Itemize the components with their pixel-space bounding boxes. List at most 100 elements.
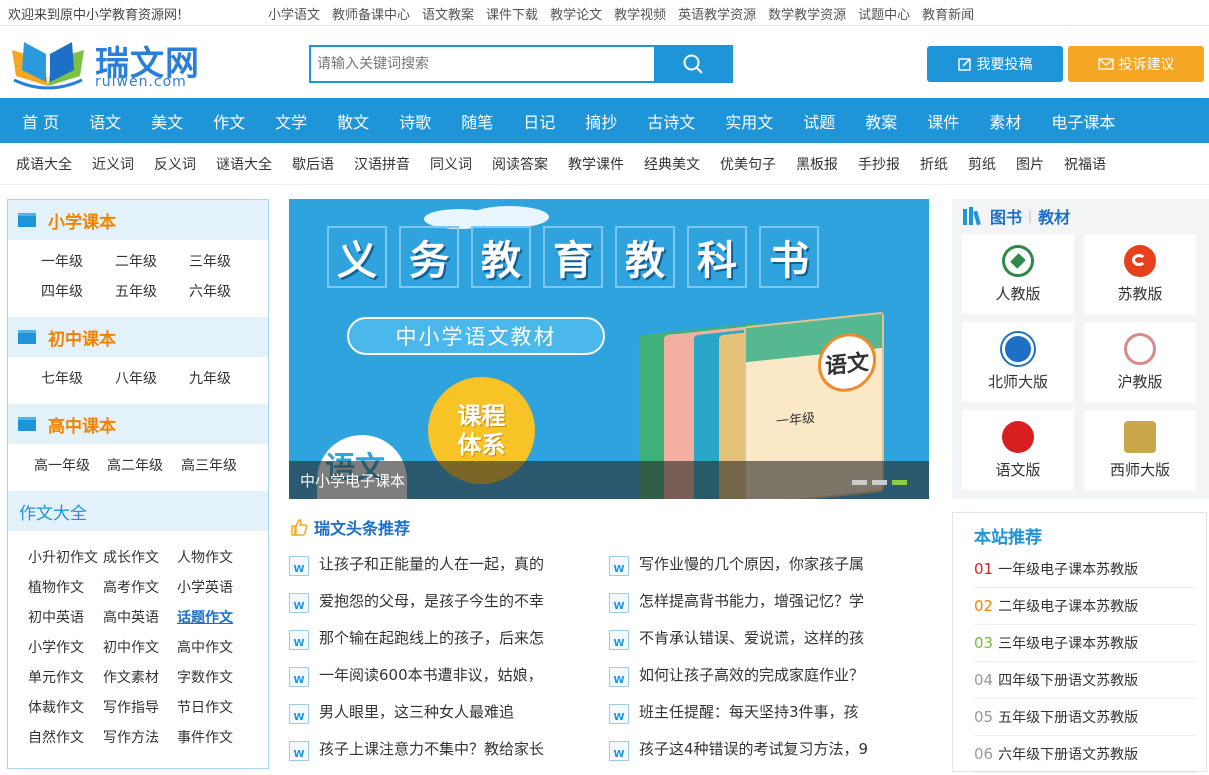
section-header-primary[interactable]: 小学课本 [8, 200, 268, 240]
rank-title[interactable]: 五年级下册语文苏教版 [998, 707, 1138, 727]
feedback-button[interactable]: 投诉建议 [1068, 46, 1204, 82]
rank-title[interactable]: 四年级下册语文苏教版 [998, 670, 1138, 690]
essay-link[interactable]: 写作方法 [103, 727, 177, 747]
grade-link[interactable]: 三年级 [189, 251, 263, 271]
rank-title[interactable]: 二年级电子课本苏教版 [998, 596, 1138, 616]
edition-card[interactable]: 北师大版 [962, 322, 1074, 402]
essay-link[interactable]: 字数作文 [177, 667, 251, 687]
news-item[interactable]: W 如何让孩子高效的完成家庭作业？ [609, 664, 909, 701]
carousel-dot[interactable] [872, 480, 887, 485]
nav-item[interactable]: 古诗文 [647, 109, 695, 133]
subnav-item[interactable]: 汉语拼音 [354, 154, 410, 174]
news-title[interactable]: 班主任提醒：每天坚持3件事，孩 [639, 701, 859, 722]
essay-link[interactable]: 写作指导 [103, 697, 177, 717]
subnav-item[interactable]: 成语大全 [16, 154, 72, 174]
nav-item[interactable]: 实用文 [725, 109, 773, 133]
nav-item[interactable]: 语文 [89, 109, 121, 133]
carousel-banner[interactable]: 义 务 教 育 教 科 书 中小学语文教材 课程 体系 语文 语文 一年级 中小… [289, 199, 929, 499]
section-header-essays[interactable]: 作文大全 [8, 491, 268, 531]
nav-item[interactable]: 文学 [275, 109, 307, 133]
subnav-item[interactable]: 黑板报 [796, 154, 838, 174]
subnav-item[interactable]: 近义词 [92, 154, 134, 174]
grade-link[interactable]: 二年级 [115, 251, 189, 271]
nav-item[interactable]: 教案 [865, 109, 897, 133]
rank-item[interactable]: 03 三年级电子课本苏教版 [974, 625, 1196, 662]
news-title[interactable]: 男人眼里，这三种女人最难追 [319, 701, 514, 722]
grade-link[interactable]: 六年级 [189, 281, 263, 301]
grade-link[interactable]: 七年级 [41, 368, 115, 388]
section-header-high[interactable]: 高中课本 [8, 404, 268, 444]
news-item[interactable]: W 写作业慢的几个原因，你家孩子属 [609, 553, 909, 590]
subnav-item[interactable]: 歇后语 [292, 154, 334, 174]
essay-link[interactable]: 自然作文 [28, 727, 103, 747]
news-title[interactable]: 那个输在起跑线上的孩子，后来怎 [319, 627, 544, 648]
tab-textbooks[interactable]: 教材 [1038, 204, 1070, 228]
news-title[interactable]: 如何让孩子高效的完成家庭作业？ [639, 664, 864, 685]
edition-card[interactable]: 人教版 [962, 234, 1074, 314]
edition-card[interactable]: 苏教版 [1084, 234, 1196, 314]
grade-link[interactable]: 九年级 [189, 368, 263, 388]
essay-link-active[interactable]: 话题作文 [177, 607, 251, 627]
subnav-item[interactable]: 图片 [1016, 154, 1044, 174]
nav-item[interactable]: 电子课本 [1051, 109, 1115, 133]
rank-item[interactable]: 02 二年级电子课本苏教版 [974, 588, 1196, 625]
grade-link[interactable]: 高一年级 [34, 455, 107, 475]
subnav-item[interactable]: 剪纸 [968, 154, 996, 174]
news-item[interactable]: W 男人眼里，这三种女人最难追 [289, 701, 589, 738]
rank-title[interactable]: 三年级电子课本苏教版 [998, 633, 1138, 653]
nav-item[interactable]: 作文 [213, 109, 245, 133]
essay-link[interactable]: 初中英语 [28, 607, 103, 627]
rank-item[interactable]: 01 一年级电子课本苏教版 [974, 551, 1196, 588]
subnav-item[interactable]: 反义词 [154, 154, 196, 174]
essay-link[interactable]: 人物作文 [177, 547, 251, 567]
essay-link[interactable]: 事件作文 [177, 727, 251, 747]
edition-card[interactable]: 西师大版 [1084, 410, 1196, 490]
essay-link[interactable]: 节日作文 [177, 697, 251, 717]
nav-item[interactable]: 散文 [337, 109, 369, 133]
top-link[interactable]: 教学论文 [550, 4, 602, 23]
essay-link[interactable]: 作文素材 [103, 667, 177, 687]
essay-link[interactable]: 高中作文 [177, 637, 251, 657]
top-link[interactable]: 试题中心 [858, 4, 910, 23]
subnav-item[interactable]: 谜语大全 [216, 154, 272, 174]
news-item[interactable]: W 班主任提醒：每天坚持3件事，孩 [609, 701, 909, 738]
essay-link[interactable]: 高考作文 [103, 577, 177, 597]
edition-card[interactable]: 沪教版 [1084, 322, 1196, 402]
essay-link[interactable]: 小学英语 [177, 577, 251, 597]
carousel-dot-active[interactable] [892, 480, 907, 485]
nav-item[interactable]: 试题 [803, 109, 835, 133]
essay-link[interactable]: 高中英语 [103, 607, 177, 627]
submit-article-button[interactable]: 我要投稿 [927, 46, 1063, 82]
essay-link[interactable]: 体裁作文 [28, 697, 103, 717]
top-link[interactable]: 课件下载 [486, 4, 538, 23]
essay-link[interactable]: 小升初作文 [28, 547, 103, 567]
essay-link[interactable]: 单元作文 [28, 667, 103, 687]
essay-link[interactable]: 初中作文 [103, 637, 177, 657]
grade-link[interactable]: 四年级 [41, 281, 115, 301]
essay-link[interactable]: 小学作文 [28, 637, 103, 657]
news-title[interactable]: 让孩子和正能量的人在一起，真的 [319, 553, 544, 574]
news-title[interactable]: 孩子这4种错误的考试复习方法，9 [639, 738, 868, 759]
news-title[interactable]: 写作业慢的几个原因，你家孩子属 [639, 553, 864, 574]
news-item[interactable]: W 不肯承认错误、爱说谎，这样的孩 [609, 627, 909, 664]
grade-link[interactable]: 八年级 [115, 368, 189, 388]
subnav-item[interactable]: 折纸 [920, 154, 948, 174]
grade-link[interactable]: 五年级 [115, 281, 189, 301]
tab-books[interactable]: 图书 [990, 204, 1022, 228]
subnav-item[interactable]: 手抄报 [858, 154, 900, 174]
news-title[interactable]: 一年阅读600本书遭非议，姑娘， [319, 664, 543, 685]
top-link[interactable]: 语文教案 [422, 4, 474, 23]
essay-link[interactable]: 成长作文 [103, 547, 177, 567]
subnav-item[interactable]: 阅读答案 [492, 154, 548, 174]
rank-item[interactable]: 05 五年级下册语文苏教版 [974, 699, 1196, 736]
rank-title[interactable]: 六年级下册语文苏教版 [998, 744, 1138, 764]
search-input[interactable] [311, 47, 655, 81]
site-logo[interactable]: 瑞文网 ruiwen.com [8, 36, 208, 92]
carousel-dot[interactable] [852, 480, 867, 485]
news-title[interactable]: 不肯承认错误、爱说谎，这样的孩 [639, 627, 864, 648]
rank-title[interactable]: 一年级电子课本苏教版 [998, 559, 1138, 579]
news-title[interactable]: 孩子上课注意力不集中？教给家长 [319, 738, 544, 759]
rank-item[interactable]: 06 六年级下册语文苏教版 [974, 736, 1196, 773]
nav-item[interactable]: 摘抄 [585, 109, 617, 133]
top-link[interactable]: 教师备课中心 [332, 4, 410, 23]
